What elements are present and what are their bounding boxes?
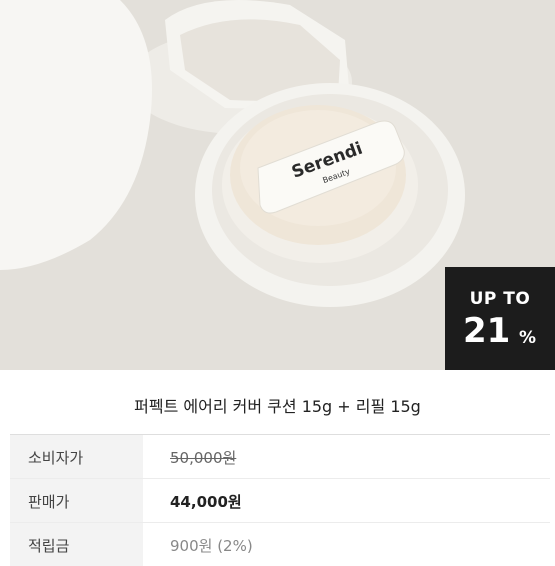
sale-price-value: 44,000원 [170, 493, 242, 511]
points-value: 900원 (2%) [170, 537, 253, 555]
table-row-sale-price: 판매가 44,000원 [10, 479, 550, 523]
table-row-list-price: 소비자가 50,000원 [10, 435, 550, 479]
sale-price-label: 판매가 [28, 493, 70, 511]
product-image: Serendi Beauty UP TO 21 % [0, 0, 555, 370]
list-price-value: 50,000원 [170, 449, 237, 467]
cushion-case-left [0, 0, 152, 270]
badge-percent-sign: % [519, 328, 537, 348]
points-label: 적립금 [28, 537, 70, 555]
list-price-label: 소비자가 [28, 449, 84, 467]
badge-up-to-text: UP TO [469, 289, 531, 309]
discount-badge: UP TO 21 % [445, 267, 555, 370]
product-title: 퍼펙트 에어리 커버 쿠션 15g + 리필 15g [134, 397, 421, 416]
badge-percent-number: 21 [463, 311, 511, 351]
price-info-table: 소비자가 50,000원 판매가 44,000원 적립금 900원 (2%) [10, 434, 550, 566]
table-row-points: 적립금 900원 (2%) [10, 523, 550, 566]
